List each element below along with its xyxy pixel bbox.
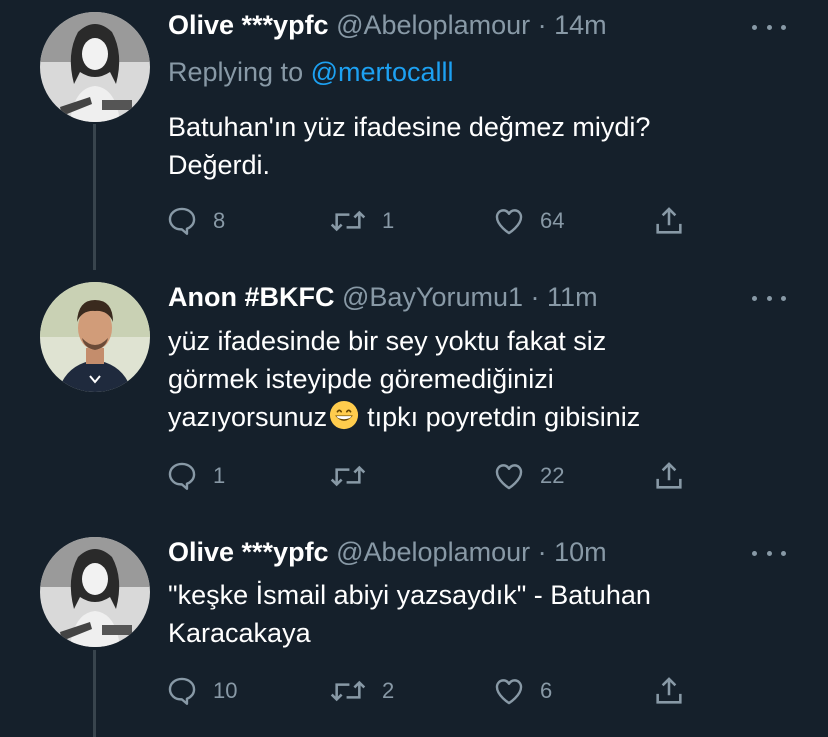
retweet-icon [330, 680, 366, 702]
reply-icon [168, 207, 196, 235]
reply-icon [168, 677, 196, 705]
tweet-text-line: yazıyorsunuz tıpkı poyretdin gibisiniz [168, 398, 788, 436]
like-count: 6 [540, 678, 553, 703]
author-name[interactable]: Anon #BKFC [168, 282, 334, 312]
avatar-photo-icon [40, 282, 150, 392]
reply-button[interactable]: 1 [165, 458, 225, 494]
timestamp[interactable]: 10m [554, 537, 607, 567]
reply-button[interactable]: 10 [165, 673, 237, 709]
share-button[interactable] [652, 203, 686, 239]
retweet-icon [330, 465, 366, 487]
tweet-text-line: Batuhan'ın yüz ifadesine değmez miydi? [168, 112, 651, 142]
retweet-count: 1 [382, 208, 395, 233]
more-options-icon[interactable] [752, 288, 786, 308]
avatar[interactable] [40, 282, 150, 392]
avatar[interactable] [40, 537, 150, 647]
tweet-text-line: "keşke İsmail abiyi yazsaydık" - Batuhan [168, 580, 651, 610]
share-icon [656, 207, 682, 234]
separator-dot: · [530, 282, 540, 312]
retweet-count: 2 [382, 678, 395, 703]
share-button[interactable] [652, 673, 686, 709]
like-button[interactable]: 64 [492, 203, 564, 239]
mention-link[interactable]: @mertocalll [311, 57, 454, 87]
avatar-illustration-icon [40, 537, 150, 647]
author-handle[interactable]: @Abeloplamour [336, 537, 530, 567]
thread-line [93, 124, 96, 270]
author-name[interactable]: Olive ***ypfc [168, 10, 329, 40]
tweet-header: Olive ***ypfc @Abeloplamour · 14m [168, 8, 607, 42]
grinning-face-icon [330, 400, 359, 430]
heart-icon [495, 209, 523, 235]
like-count: 22 [540, 463, 565, 488]
tweet-text-line: Değerdi. [168, 150, 271, 180]
author-handle[interactable]: @BayYorumu1 [342, 282, 523, 312]
tweet-text: Batuhan'ın yüz ifadesine değmez miydi? D… [168, 108, 788, 184]
tweet-text: yüz ifadesinde bir sey yoktu fakat siz g… [168, 322, 788, 436]
more-options-icon[interactable] [752, 543, 786, 563]
tweet-text-segment: tıpkı poyretdin gibisiniz [367, 402, 641, 432]
timestamp[interactable]: 11m [547, 282, 598, 312]
tweet-header: Olive ***ypfc @Abeloplamour · 10m [168, 535, 607, 569]
retweet-button[interactable] [328, 458, 382, 494]
tweet-actions: 1 22 [165, 458, 705, 494]
replying-to-label: Replying to [168, 57, 304, 87]
avatar-illustration-icon [40, 12, 150, 122]
reply-count: 8 [213, 208, 226, 233]
like-count: 64 [540, 208, 565, 233]
author-name[interactable]: Olive ***ypfc [168, 537, 329, 567]
heart-icon [495, 464, 523, 490]
heart-icon [495, 679, 523, 705]
separator-dot: · [537, 537, 547, 567]
retweet-button[interactable]: 2 [328, 673, 394, 709]
tweet-actions: 10 2 6 [165, 673, 705, 709]
tweet-text-line: Karacakaya [168, 618, 311, 648]
tweet-text-line: yüz ifadesinde bir sey yoktu fakat siz [168, 326, 607, 356]
tweet-header: Anon #BKFC @BayYorumu1 · 11m [168, 280, 598, 314]
timestamp[interactable]: 14m [554, 10, 607, 40]
like-button[interactable]: 6 [492, 673, 552, 709]
retweet-icon [330, 210, 366, 232]
retweet-button[interactable]: 1 [328, 203, 394, 239]
tweet-text: "keşke İsmail abiyi yazsaydık" - Batuhan… [168, 576, 788, 652]
tweet-text-segment: yazıyorsunuz [168, 402, 328, 432]
share-icon [656, 462, 682, 489]
tweet-actions: 8 1 64 [165, 203, 705, 239]
separator-dot: · [537, 10, 547, 40]
reply-icon [168, 462, 196, 490]
share-button[interactable] [652, 458, 686, 494]
replying-to: Replying to @mertocalll [168, 55, 454, 89]
reply-button[interactable]: 8 [165, 203, 225, 239]
thread-line [93, 650, 96, 737]
reply-count: 1 [213, 463, 226, 488]
tweet-text-line: görmek isteyipde göremediğinizi [168, 364, 554, 394]
more-options-icon[interactable] [752, 17, 786, 37]
avatar[interactable] [40, 12, 150, 122]
author-handle[interactable]: @Abeloplamour [336, 10, 530, 40]
reply-count: 10 [213, 678, 238, 703]
share-icon [656, 677, 682, 704]
like-button[interactable]: 22 [492, 458, 564, 494]
